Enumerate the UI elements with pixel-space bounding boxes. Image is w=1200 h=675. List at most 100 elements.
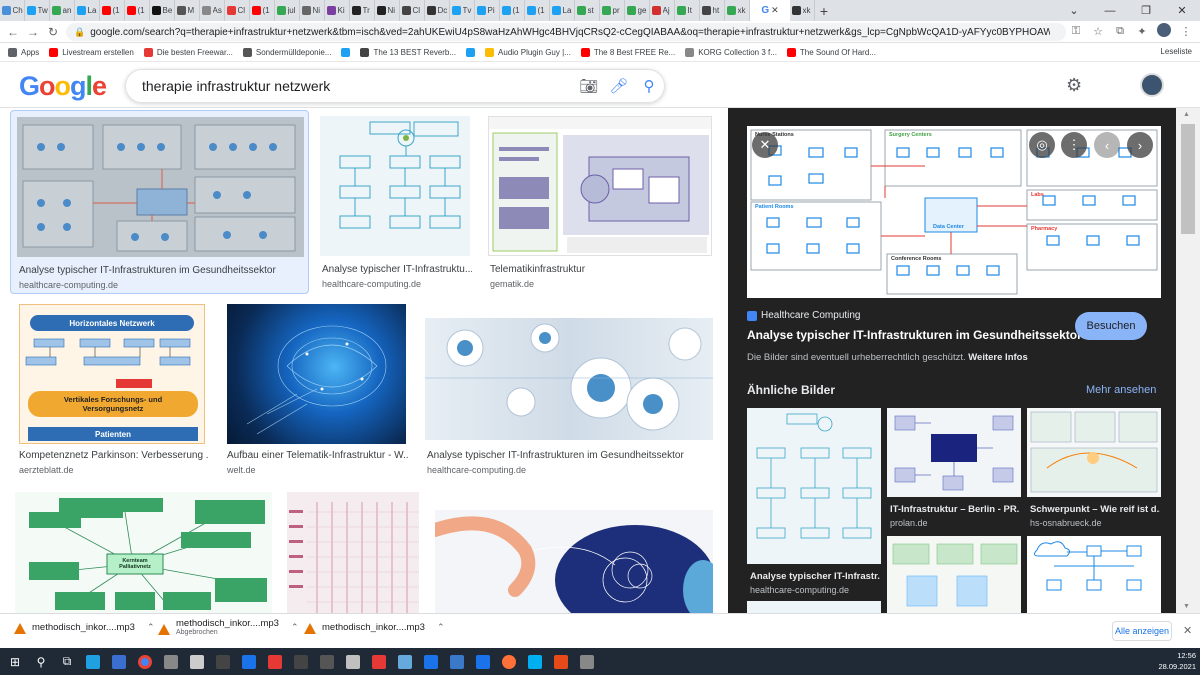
browser-tab[interactable]: Ni bbox=[375, 0, 400, 21]
result-title[interactable]: Analyse typischer IT-Infrastruktu... bbox=[322, 264, 472, 275]
result-card[interactable]: Analyse typischer IT-Infrastrukturen im … bbox=[424, 304, 716, 480]
bookmark-item[interactable]: The 8 Best FREE Re... bbox=[580, 47, 675, 57]
preview-source[interactable]: Healthcare Computing bbox=[747, 310, 861, 321]
browser-tab[interactable]: Ki bbox=[325, 0, 350, 21]
new-tab-button[interactable]: + bbox=[815, 0, 833, 21]
browser-tab[interactable]: Cl bbox=[225, 0, 250, 21]
scrollbar-thumb[interactable] bbox=[1181, 124, 1195, 234]
bookmark-item[interactable] bbox=[466, 47, 476, 57]
more-options-icon[interactable]: ⋮ bbox=[1061, 132, 1087, 158]
result-card[interactable] bbox=[287, 492, 419, 613]
similar-image[interactable] bbox=[747, 408, 881, 564]
browser-tab[interactable]: (1 bbox=[125, 0, 150, 21]
skype-app-icon[interactable] bbox=[522, 648, 548, 675]
browser-tab[interactable]: Tv bbox=[450, 0, 475, 21]
bookmark-item[interactable]: The Sound Of Hard... bbox=[786, 47, 876, 57]
similar-source[interactable]: hs-osnabrueck.de bbox=[1030, 518, 1102, 528]
active-browser-tab[interactable]: G ✕ bbox=[750, 0, 790, 21]
app3-app-icon[interactable] bbox=[418, 648, 444, 675]
similar-image[interactable] bbox=[747, 601, 881, 613]
result-thumbnail[interactable] bbox=[320, 116, 470, 256]
download-item[interactable]: methodisch_inkor....mp3 Abgebrochen ⌃ bbox=[158, 618, 299, 636]
live-app-icon[interactable] bbox=[210, 648, 236, 675]
profile-icon[interactable] bbox=[1156, 23, 1172, 40]
close-downloads-icon[interactable]: ✕ bbox=[1183, 624, 1192, 637]
similar-title[interactable]: IT-Infrastruktur – Berlin - PR... bbox=[890, 504, 1020, 515]
similar-source[interactable]: prolan.de bbox=[890, 518, 928, 528]
result-card[interactable]: Telematikinfrastruktur gematik.de bbox=[486, 110, 714, 294]
start-icon[interactable]: ⊞ bbox=[2, 648, 28, 675]
browser-tab[interactable]: It bbox=[675, 0, 700, 21]
search-box[interactable]: therapie infrastruktur netzwerk 📷︎ 🎤︎ ⚲ bbox=[125, 69, 665, 103]
result-card[interactable]: Horizontales Netzwerk Vertikales Forschu… bbox=[17, 304, 209, 480]
search-icon[interactable]: ⚲ bbox=[634, 77, 664, 95]
scroll-down-icon[interactable]: ▼ bbox=[1183, 603, 1190, 610]
forward-icon[interactable]: → bbox=[23, 25, 43, 39]
avatar[interactable] bbox=[1140, 73, 1164, 97]
browser-tab[interactable]: jul bbox=[275, 0, 300, 21]
audio-app-icon[interactable] bbox=[262, 648, 288, 675]
visit-button[interactable]: Besuchen bbox=[1075, 312, 1147, 340]
browser-tab[interactable]: Pi bbox=[475, 0, 500, 21]
close-window-icon[interactable]: ✕ bbox=[1164, 0, 1200, 21]
result-thumbnail[interactable] bbox=[435, 510, 713, 613]
result-thumbnail[interactable]: Horizontales Netzwerk Vertikales Forschu… bbox=[19, 304, 205, 444]
lens-icon[interactable]: ◎ bbox=[1029, 132, 1055, 158]
download-filename[interactable]: methodisch_inkor....mp3 bbox=[32, 622, 135, 633]
browser-tab[interactable]: Ni bbox=[300, 0, 325, 21]
bookmark-item[interactable]: KORG Collection 3 f... bbox=[685, 47, 777, 57]
download-filename[interactable]: methodisch_inkor....mp3 bbox=[176, 618, 279, 629]
deezer-app-icon[interactable] bbox=[366, 648, 392, 675]
system-tray[interactable]: 12:56 28.09.2021 bbox=[1158, 650, 1196, 672]
tool-app-icon[interactable] bbox=[158, 648, 184, 675]
browser-tab[interactable]: Tr bbox=[350, 0, 375, 21]
similar-title[interactable]: Analyse typischer IT-Infrastr... bbox=[750, 571, 880, 582]
show-all-downloads-button[interactable]: Alle anzeigen bbox=[1112, 621, 1172, 641]
similar-image[interactable] bbox=[887, 536, 1021, 613]
app5-app-icon[interactable] bbox=[574, 648, 600, 675]
browser-tab[interactable]: M bbox=[175, 0, 200, 21]
result-title[interactable]: Kompetenznetz Parkinson: Verbesserung ..… bbox=[19, 450, 209, 461]
more-info-link[interactable]: Weitere Infos bbox=[968, 352, 1027, 363]
url-text[interactable]: google.com/search?q=therapie+infrastrukt… bbox=[90, 27, 1050, 38]
browser-tab[interactable]: (1 bbox=[250, 0, 275, 21]
reload-icon[interactable]: ↻ bbox=[43, 25, 63, 39]
source-name[interactable]: Healthcare Computing bbox=[761, 310, 861, 321]
edge-app-icon[interactable] bbox=[80, 648, 106, 675]
result-source[interactable]: welt.de bbox=[227, 465, 256, 475]
result-source[interactable]: aerzteblatt.de bbox=[19, 465, 74, 475]
previous-image-icon[interactable]: ‹ bbox=[1094, 132, 1120, 158]
settings-gear-icon[interactable]: ⚙ bbox=[1066, 75, 1082, 96]
x-app-icon[interactable] bbox=[340, 648, 366, 675]
firefox-app-icon[interactable] bbox=[496, 648, 522, 675]
screen-app-icon[interactable] bbox=[470, 648, 496, 675]
reading-list[interactable]: Leseliste bbox=[1160, 47, 1192, 56]
result-card[interactable]: Analyse typischer IT-Infrastrukturen im … bbox=[10, 110, 309, 294]
result-card[interactable]: Analyse typischer IT-Infrastruktu... hea… bbox=[318, 110, 473, 294]
app4-app-icon[interactable] bbox=[548, 648, 574, 675]
bookmark-item[interactable]: Audio Plugin Guy |... bbox=[485, 47, 571, 57]
browser-tab[interactable]: xk bbox=[790, 0, 815, 21]
vbox-app-icon[interactable] bbox=[444, 648, 470, 675]
microphone-icon[interactable]: 🎤︎ bbox=[604, 77, 634, 95]
camera-icon[interactable]: 📷︎ bbox=[574, 77, 604, 95]
chrome-app-icon[interactable] bbox=[132, 648, 158, 675]
back-icon[interactable]: ← bbox=[3, 25, 23, 39]
browser-tab[interactable]: As bbox=[200, 0, 225, 21]
minimize-icon[interactable]: — bbox=[1092, 0, 1128, 21]
app2-app-icon[interactable] bbox=[392, 648, 418, 675]
browser-tab[interactable]: an bbox=[50, 0, 75, 21]
browser-tab[interactable]: Aj bbox=[650, 0, 675, 21]
preview-title[interactable]: Analyse typischer IT-Infrastrukturen im … bbox=[747, 328, 1082, 342]
similar-image[interactable] bbox=[1027, 536, 1161, 613]
cubase-app-icon[interactable] bbox=[288, 648, 314, 675]
result-title[interactable]: Telematikinfrastruktur bbox=[490, 264, 710, 275]
similar-source[interactable]: healthcare-computing.de bbox=[750, 585, 849, 595]
result-card[interactable] bbox=[434, 492, 714, 613]
see-more-link[interactable]: Mehr ansehen bbox=[1086, 384, 1156, 396]
result-card[interactable]: Aufbau einer Telematik-Infrastruktur - W… bbox=[226, 304, 410, 480]
next-image-icon[interactable]: › bbox=[1127, 132, 1153, 158]
bookmark-item[interactable]: Sondermülldeponie... bbox=[242, 47, 331, 57]
browser-tab[interactable]: Tw bbox=[25, 0, 50, 21]
browser-tab[interactable]: (1 bbox=[100, 0, 125, 21]
